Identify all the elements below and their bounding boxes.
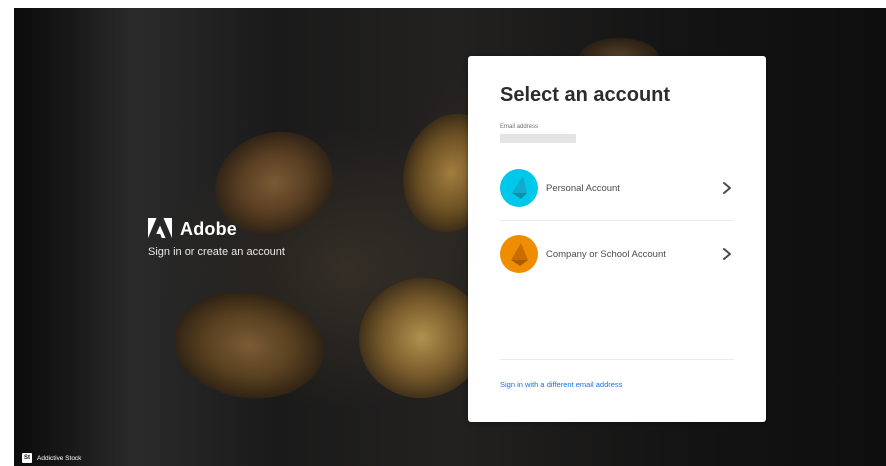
chevron-right-icon — [723, 182, 731, 194]
company-avatar-icon — [500, 235, 538, 273]
chevron-right-icon — [723, 248, 731, 260]
personal-avatar-icon — [500, 169, 538, 207]
divider — [500, 220, 734, 221]
account-selection-card: Select an account Email address Personal… — [468, 56, 766, 422]
account-label: Company or School Account — [546, 248, 666, 260]
email-label: Email address — [500, 124, 539, 130]
background-pastry — [167, 283, 331, 408]
adobe-logo-icon — [148, 218, 172, 238]
brand-block: Adobe Sign in or create an account — [148, 218, 285, 258]
email-value — [500, 134, 576, 143]
brand-row: Adobe — [148, 218, 285, 240]
different-email-link[interactable]: Sign in with a different email address — [500, 380, 622, 389]
page-title: Select an account — [500, 84, 671, 106]
stock-badge-icon: St — [22, 453, 32, 463]
personal-account-option[interactable]: Personal Account — [500, 162, 734, 214]
photo-credit: St Addictive Stock — [22, 453, 81, 463]
brand-name: Adobe — [180, 218, 237, 239]
company-account-option[interactable]: Company or School Account — [500, 228, 734, 280]
background-shade — [14, 8, 124, 466]
brand-subtitle: Sign in or create an account — [148, 246, 285, 258]
photo-credit-text: Addictive Stock — [37, 454, 82, 462]
account-label: Personal Account — [546, 182, 620, 194]
divider — [500, 359, 734, 360]
